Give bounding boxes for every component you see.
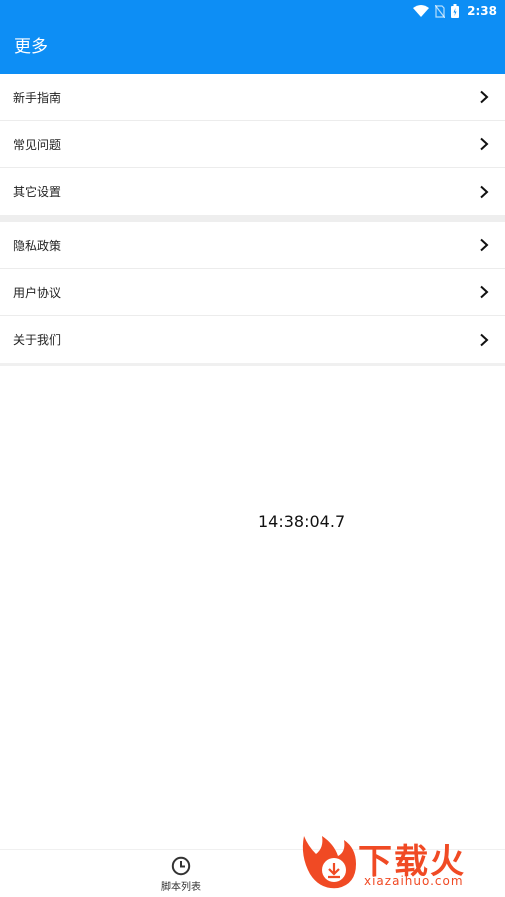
menu-item-label: 用户协议 — [13, 285, 62, 300]
watermark-logo: 下载火 xiazaihuo.com — [298, 830, 503, 892]
menu-item-label: 其它设置 — [13, 185, 62, 199]
clock-icon — [171, 856, 191, 876]
group-divider — [0, 215, 505, 222]
watermark-domain: xiazaihuo.com — [364, 874, 464, 888]
clock-readout: 14:38:04.7 — [258, 512, 346, 531]
chevron-right-icon — [480, 333, 489, 346]
menu-group-1: 新手指南 常见问题 其它设置 — [0, 74, 505, 215]
menu-item-privacy-policy[interactable]: 隐私政策 — [0, 222, 505, 269]
menu-item-label: 常见问题 — [13, 137, 62, 152]
wifi-icon — [413, 5, 430, 17]
battery-icon — [451, 4, 460, 18]
menu-item-faq[interactable]: 常见问题 — [0, 121, 505, 168]
tab-script-list[interactable]: 脚本列表 — [152, 856, 210, 896]
group-divider — [0, 363, 505, 366]
chevron-right-icon — [480, 285, 489, 299]
page-title: 更多 — [14, 37, 48, 57]
menu-item-user-agreement[interactable]: 用户协议 — [0, 269, 505, 316]
menu-item-about-us[interactable]: 关于我们 — [0, 316, 505, 363]
no-sim-icon — [435, 4, 446, 18]
tab-label: 脚本列表 — [161, 882, 201, 893]
chevron-right-icon — [480, 185, 489, 198]
chevron-right-icon — [480, 90, 489, 104]
menu-item-label: 新手指南 — [13, 90, 62, 105]
chevron-right-icon — [480, 137, 489, 151]
menu-item-label: 关于我们 — [13, 333, 62, 347]
menu-item-label: 隐私政策 — [13, 238, 62, 253]
menu-item-guide[interactable]: 新手指南 — [0, 74, 505, 121]
menu-group-2: 隐私政策 用户协议 关于我们 — [0, 222, 505, 363]
status-bar: 2:38 — [0, 0, 505, 22]
flame-logo-icon — [302, 836, 356, 889]
status-time: 2:38 — [467, 4, 497, 18]
chevron-right-icon — [480, 238, 489, 252]
app-bar: 2:38 更多 — [0, 0, 505, 74]
menu-item-other-settings[interactable]: 其它设置 — [0, 168, 505, 215]
